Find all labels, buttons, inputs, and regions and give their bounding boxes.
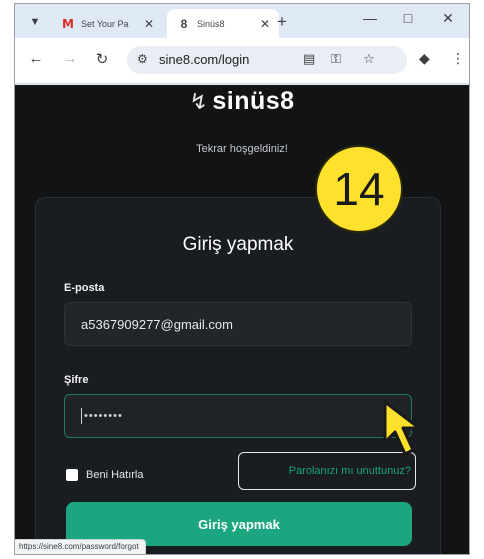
address-bar[interactable]: ⚙ sine8.com/login ▤ ⚿ ☆ (127, 46, 407, 74)
tab-title: Set Your Pa (81, 18, 129, 29)
step-number-badge: 14 (315, 145, 403, 233)
reload-icon[interactable]: ↻ (91, 50, 113, 68)
login-card: Giriş yapmak E-posta a5367909277@gmail.c… (35, 197, 441, 554)
tab-strip: ▼ M Set Your Pa ✕ 8 Sinüs8 ✕ + — □ ✕ (15, 4, 469, 38)
tab-sinus8[interactable]: 8 Sinüs8 ✕ (167, 9, 279, 38)
page-content: ↯ sinüs8 Tekrar hoşgeldiniz! Giriş yapmak… (15, 85, 469, 554)
browser-toolbar: ← → ↻ ⚙ sine8.com/login ▤ ⚿ ☆ ◆ ⋮ (15, 38, 469, 84)
sinus8-icon: 8 (180, 16, 188, 31)
password-label: Şifre (64, 374, 89, 386)
site-logo[interactable]: ↯ sinüs8 (15, 87, 469, 116)
bookmark-star-icon[interactable]: ☆ (363, 51, 375, 67)
remember-label: Beni Hatırla (86, 469, 144, 481)
gmail-icon: M (62, 16, 74, 31)
email-value: a5367909277@gmail.com (81, 316, 233, 332)
login-button-label: Giriş yapmak (198, 516, 280, 532)
minimize-icon[interactable]: — (355, 10, 385, 26)
password-field[interactable]: •••••••• (64, 394, 412, 438)
tab-title: Sinüs8 (197, 18, 225, 29)
text-caret (81, 408, 82, 424)
step-number: 14 (333, 163, 385, 215)
site-settings-icon[interactable]: ⚙ (137, 52, 148, 66)
close-icon[interactable]: ✕ (257, 17, 273, 31)
status-url: https://sine8.com/password/forgot (19, 542, 139, 551)
maximize-icon[interactable]: □ (393, 10, 423, 26)
pointer-arrow-icon (383, 400, 421, 456)
form-title: Giriş yapmak (182, 234, 294, 255)
remember-me[interactable]: Beni Hatırla (66, 469, 143, 481)
tab-search-chevron-icon[interactable]: ▼ (25, 12, 45, 32)
lightning-icon: ↯ (189, 89, 209, 114)
translate-icon[interactable]: ▤ (303, 51, 315, 67)
forward-icon[interactable]: → (59, 50, 81, 67)
logo-text: sinüs8 (212, 87, 295, 115)
email-label: E-posta (64, 282, 105, 294)
browser-window: ▼ M Set Your Pa ✕ 8 Sinüs8 ✕ + — □ ✕ ← →… (14, 3, 470, 555)
menu-kebab-icon[interactable]: ⋮ (451, 50, 465, 67)
tab-gmail[interactable]: M Set Your Pa ✕ (53, 9, 163, 38)
password-key-icon[interactable]: ⚿ (331, 51, 341, 67)
password-value: •••••••• (84, 410, 123, 422)
forgot-password-text: Parolanızı mı unuttunuz? (288, 465, 411, 477)
url-text[interactable]: sine8.com/login (159, 52, 249, 67)
window-close-icon[interactable]: ✕ (433, 10, 463, 27)
extension-icon[interactable]: ◆ (419, 50, 430, 67)
remember-checkbox[interactable] (66, 469, 78, 481)
back-icon[interactable]: ← (25, 50, 47, 67)
welcome-text: Tekrar hoşgeldiniz! (196, 143, 288, 155)
email-field[interactable]: a5367909277@gmail.com (64, 302, 412, 346)
close-icon[interactable]: ✕ (141, 17, 157, 31)
status-bar: https://sine8.com/password/forgot (15, 539, 146, 554)
new-tab-icon[interactable]: + (277, 12, 287, 32)
